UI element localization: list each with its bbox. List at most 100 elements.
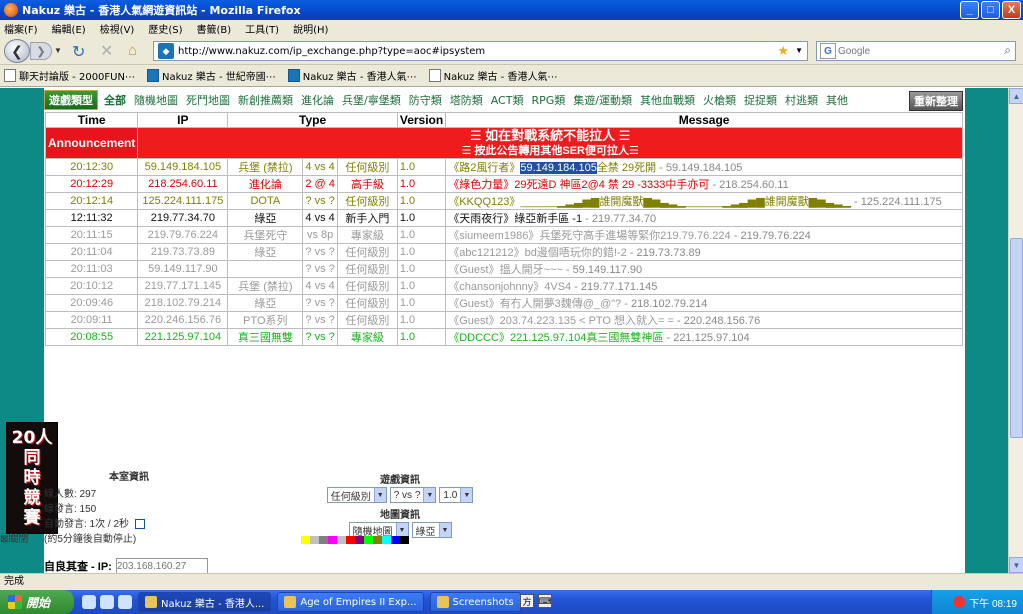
map-type-select[interactable]: 綠亞 ▼ (411, 522, 452, 538)
bookmark-item[interactable]: Nakuz 樂古 - 世紀帝國⋯ (146, 68, 276, 83)
task-screenshots[interactable]: Screenshots (429, 592, 521, 612)
category-link[interactable]: 防守類 (409, 92, 442, 108)
reload-icon[interactable]: ↻ (72, 42, 85, 62)
color-swatch[interactable] (328, 536, 337, 544)
mode-select[interactable]: ? vs ? ▼ (389, 487, 437, 503)
menu-history[interactable]: 歷史(S) (148, 21, 182, 36)
cell-message[interactable]: 《Guest》有冇人開夢3魏傳@_@"? - 218.102.79.214 (445, 294, 963, 312)
announcement-message[interactable]: ☰ 如在對戰系統不能拉人 ☰ ☰ 按此公告轉用其他SER便可拉人☰ (137, 127, 963, 159)
cell-message[interactable]: 《綠色力量》29死遠D 神區2@4 禁 29 -3333中手亦可 - 218.2… (445, 175, 963, 193)
table-row[interactable]: 20:12:30 59.149.184.105 兵堡 (禁拉) 4 vs 4 任何級別 1… (44, 158, 963, 176)
search-icon[interactable]: ⌕ (1004, 43, 1011, 58)
stop-icon[interactable]: ✕ (100, 41, 113, 61)
color-swatch[interactable] (400, 536, 409, 544)
category-link[interactable]: 塔防類 (450, 92, 483, 108)
version-select[interactable]: 1.0 ▼ (439, 487, 474, 503)
message-author[interactable]: 《天雨夜行》 (448, 213, 514, 225)
cell-message[interactable]: 《Guest》搵人開牙~~~ - 59.149.117.90 (445, 260, 963, 278)
bookmark-item[interactable]: Nakuz 樂古 - 香港人氣⋯ (428, 68, 557, 83)
category-link[interactable]: 捉捉類 (744, 92, 777, 108)
table-row[interactable]: 20:12:14 125.224.111.175 DOTA? vs ? 任何級別 1.0… (44, 192, 963, 210)
url-bar[interactable]: ◆ http://www.nakuz.com/ip_exchange.php?t… (153, 41, 808, 61)
quicklaunch-icon[interactable] (100, 595, 114, 609)
table-row[interactable]: 20:12:29 218.254.60.11 進化論 2 @ 4 高手級 1.0 《綠色力量… (44, 175, 963, 193)
menu-edit[interactable]: 編輯(E) (52, 21, 86, 36)
category-link[interactable]: 兵堡/寧堡類 (342, 92, 401, 108)
url-text[interactable]: http://www.nakuz.com/ip_exchange.php?typ… (178, 46, 485, 57)
task-age-of-empires[interactable]: Age of Empires II Exp... (277, 592, 424, 612)
quicklaunch-icon[interactable] (118, 595, 132, 609)
category-link[interactable]: 進化論 (301, 92, 334, 108)
color-swatch[interactable] (382, 536, 391, 544)
category-link[interactable]: 火槍類 (703, 92, 736, 108)
cell-message[interactable]: 《路2風行者》59.149.184.105全禁 29死開 - 59.149.18… (445, 158, 963, 176)
color-swatch[interactable] (364, 536, 373, 544)
table-row[interactable]: 12:11:32 219.77.34.70 綠亞 4 vs 4 新手入門 1.0 《天雨夜行… (44, 209, 963, 227)
message-author[interactable]: 《Guest》 (448, 315, 499, 327)
color-swatch[interactable] (310, 536, 319, 544)
menu-tools[interactable]: 工具(T) (245, 21, 279, 36)
url-dropdown-icon[interactable]: ▼ (795, 46, 803, 55)
google-engine-icon[interactable]: G (820, 43, 836, 59)
history-dropdown-icon[interactable]: ▼ (54, 46, 62, 55)
minimize-button[interactable]: _ (960, 1, 979, 19)
category-link[interactable]: 村逃類 (785, 92, 818, 108)
scroll-down-icon[interactable]: ▼ (1009, 557, 1023, 573)
vertical-scrollbar[interactable]: ▲ ▼ (1008, 88, 1023, 573)
cell-message[interactable]: 《DDCCC》221.125.97.104真三國無雙神區 - 221.125.9… (445, 328, 963, 346)
level-select[interactable]: 任何級別 ▼ (326, 487, 387, 503)
message-author[interactable]: 《abc121212》 (448, 247, 524, 259)
scroll-thumb[interactable] (1010, 238, 1023, 438)
color-swatch[interactable] (337, 536, 346, 544)
category-link[interactable]: RPG類 (531, 92, 565, 108)
message-author[interactable]: 《Guest》 (448, 264, 499, 276)
ime-icon[interactable]: ⌨ (538, 594, 552, 608)
category-link[interactable]: 其他 (826, 92, 848, 108)
bookmark-item[interactable]: Nakuz 樂古 - 香港人氣⋯ (287, 68, 417, 83)
color-swatch[interactable] (346, 536, 355, 544)
ad-close-button[interactable]: ⊠關閉 (0, 530, 28, 545)
cell-message[interactable]: 《chansonjohnny》4VS4 - 219.77.171.145 (445, 277, 963, 295)
menu-bookmarks[interactable]: 書籤(B) (197, 21, 232, 36)
home-icon[interactable]: ⌂ (128, 42, 137, 59)
table-row[interactable]: 20:11:04 219.73.73.89 綠亞? vs ? 任何級別 1.0 《abc1… (44, 243, 963, 261)
color-swatch[interactable] (355, 536, 364, 544)
message-author[interactable]: 《DDCCC》 (448, 332, 510, 344)
message-author[interactable]: 《路2風行者》 (448, 162, 520, 174)
message-author[interactable]: 《KKQQ123》 (448, 196, 520, 208)
menu-file[interactable]: 檔案(F) (4, 21, 38, 36)
ime-icon[interactable]: 方 (520, 594, 534, 608)
forward-arrow-icon[interactable]: ❯ (30, 42, 52, 60)
start-button[interactable]: 開始 (0, 590, 74, 614)
color-swatch[interactable] (373, 536, 382, 544)
bookmark-star-icon[interactable]: ★ (777, 43, 789, 59)
table-row[interactable]: 20:09:46 218.102.79.214 綠亞? vs ? 任何級別 1.0 《Gu… (44, 294, 963, 312)
message-author[interactable]: 《siumeem1986》 (448, 230, 539, 242)
color-swatch[interactable] (319, 536, 328, 544)
ip-input[interactable] (115, 558, 208, 573)
cell-message[interactable]: 《abc121212》bd邊個唔玩你的錯!-2 - 219.73.73.89 (445, 243, 963, 261)
table-row[interactable]: 20:10:12 219.77.171.145 兵堡 (禁拉) 4 vs 4 任何級別 1… (44, 277, 963, 295)
bookmark-item[interactable]: 聊天討論版 - 2000FUN⋯ (4, 68, 135, 83)
maximize-button[interactable]: □ (981, 1, 1000, 19)
auto-post-checkbox[interactable] (135, 519, 146, 530)
cell-message[interactable]: 《KKQQ123》______▁▂▃▅▆誰開魔獸▆▅▃▂▁______▁▂▃▅▆… (445, 192, 963, 210)
table-row[interactable]: 20:08:55 221.125.97.104 真三國無雙? vs ? 專家級 1.0 《… (44, 328, 963, 346)
category-link[interactable]: 其他血戰類 (640, 92, 695, 108)
tray-icon[interactable] (953, 596, 966, 608)
color-swatch[interactable] (301, 536, 310, 544)
cell-message[interactable]: 《Guest》203.74.223.135 < PTO 想入就入= = - 22… (445, 311, 963, 329)
task-firefox[interactable]: Nakuz 樂古 - 香港人... (138, 592, 272, 612)
category-link[interactable]: 集遊/運動類 (573, 92, 632, 108)
table-row[interactable]: 20:11:15 219.79.76.224 兵堡死守 vs 8p 專家級 1.0 《siu… (44, 226, 963, 244)
search-bar[interactable]: G ⌕ (816, 41, 1016, 61)
cell-message[interactable]: 《天雨夜行》綠亞新手區 -1 - 219.77.34.70 (445, 209, 963, 227)
table-row[interactable]: 20:11:03 59.149.117.90 ? vs ? 任何級別 1.0 《Guest… (44, 260, 963, 278)
message-author[interactable]: 《chansonjohnny》 (448, 281, 544, 293)
category-link[interactable]: 新創推薦類 (238, 92, 293, 108)
menu-help[interactable]: 說明(H) (293, 21, 328, 36)
quicklaunch-icon[interactable] (82, 595, 96, 609)
color-swatch[interactable] (391, 536, 400, 544)
scroll-up-icon[interactable]: ▲ (1009, 88, 1023, 104)
message-author[interactable]: 《綠色力量》 (448, 179, 514, 191)
